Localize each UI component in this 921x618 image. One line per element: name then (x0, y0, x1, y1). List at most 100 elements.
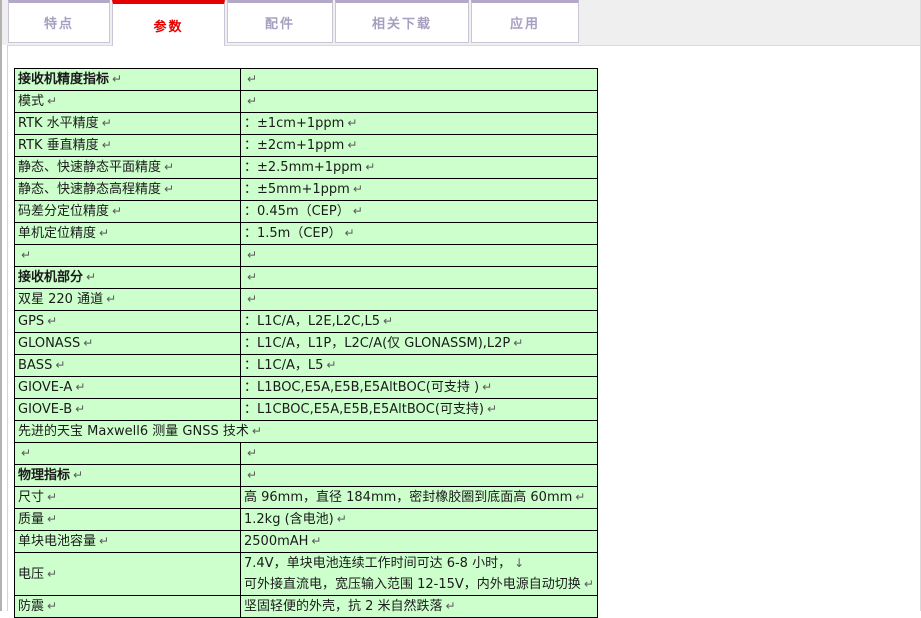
paragraph-return-mark-icon: ↵ (482, 380, 492, 394)
paragraph-return-mark-icon: ↵ (47, 314, 57, 328)
spec-label-cell: RTK 水平精度↵ (15, 113, 241, 135)
paragraph-return-mark-icon: ↵ (252, 424, 262, 438)
spec-label: GIOVE-B (18, 402, 72, 417)
paragraph-return-mark-icon: ↵ (164, 160, 174, 174)
paragraph-return-mark-icon: ↵ (326, 358, 336, 372)
paragraph-return-mark-icon: ↵ (247, 72, 257, 86)
spec-value-cell: ↵ (241, 465, 598, 487)
window-left-edge (0, 0, 2, 611)
tab-accessories[interactable]: 配件 (227, 0, 333, 43)
table-row: 静态、快速静态高程精度↵：±5mm+1ppm↵ (15, 179, 598, 201)
spec-label: 模式 (18, 94, 44, 109)
spec-value: 2500mAH (244, 534, 308, 549)
spec-label-cell: GPS↵ (15, 311, 241, 333)
paragraph-return-mark-icon: ↵ (247, 94, 257, 108)
spec-label: 静态、快速静态平面精度 (18, 160, 161, 175)
paragraph-return-mark-icon: ↵ (353, 182, 363, 196)
spec-label: 接收机精度指标 (18, 72, 109, 87)
table-row: 接收机部分↵↵ (15, 267, 598, 289)
table-row: 物理指标↵↵ (15, 465, 598, 487)
paragraph-return-mark-icon: ↵ (86, 270, 96, 284)
spec-label-cell: 静态、快速静态平面精度↵ (15, 157, 241, 179)
table-row: 防震↵坚固轻便的外壳，抗 2 米自然跌落↵ (15, 596, 598, 618)
paragraph-return-mark-icon: ↵ (47, 567, 57, 581)
paragraph-return-mark-icon: ↵ (106, 292, 116, 306)
spec-label: 码差分定位精度 (18, 204, 109, 219)
spec-value: 坚固轻便的外壳，抗 2 米自然跌落 (244, 599, 443, 614)
tab-downloads[interactable]: 相关下载 (335, 0, 469, 43)
spec-label-cell: 接收机部分↵ (15, 267, 241, 289)
spec-table: 接收机精度指标↵↵模式↵↵RTK 水平精度↵：±1cm+1ppm↵RTK 垂直精… (14, 68, 598, 618)
spec-label-cell: 静态、快速静态高程精度↵ (15, 179, 241, 201)
spec-value: ：1.5m（CEP） (244, 226, 341, 241)
spec-label-cell: GIOVE-A↵ (15, 377, 241, 399)
table-row: ↵↵ (15, 443, 598, 465)
paragraph-return-mark-icon: ↵ (487, 402, 497, 416)
spec-value-cell: 坚固轻便的外壳，抗 2 米自然跌落↵ (241, 596, 598, 618)
tab-parameters[interactable]: 参数 (112, 0, 225, 46)
table-row: GIOVE-A↵：L1BOC,E5A,E5B,E5AltBOC(可支持 )↵ (15, 377, 598, 399)
spec-value: ：±5mm+1ppm (244, 182, 350, 197)
spec-label: 单机定位精度 (18, 226, 96, 241)
table-row: 模式↵↵ (15, 91, 598, 113)
spec-label: 接收机部分 (18, 270, 83, 285)
paragraph-return-mark-icon: ↵ (344, 226, 354, 240)
spec-label-cell: ↵ (15, 443, 241, 465)
spec-value-cell: ↵ (241, 289, 598, 311)
content-panel: 接收机精度指标↵↵模式↵↵RTK 水平精度↵：±1cm+1ppm↵RTK 垂直精… (7, 45, 921, 611)
table-row: RTK 垂直精度↵：±2cm+1ppm↵ (15, 135, 598, 157)
spec-label-cell: GLONASS↵ (15, 333, 241, 355)
spec-label-cell: 单机定位精度↵ (15, 223, 241, 245)
paragraph-return-mark-icon: ↵ (513, 336, 523, 350)
spec-label: 双星 220 通道 (18, 292, 103, 307)
spec-label: GLONASS (18, 336, 80, 351)
spec-value-cell: ：±2.5mm+1ppm↵ (241, 157, 598, 179)
table-row: RTK 水平精度↵：±1cm+1ppm↵ (15, 113, 598, 135)
paragraph-return-mark-icon: ↵ (75, 380, 85, 394)
spec-value-line: 7.4V，单块电池连续工作时间可达 6-8 小时，↓ (244, 553, 594, 574)
table-row: 接收机精度指标↵↵ (15, 69, 598, 91)
spec-value-cell: ：L1C/A，L5↵ (241, 355, 598, 377)
table-row: BASS↵：L1C/A，L5↵ (15, 355, 598, 377)
spec-value-cell: ：L1C/A，L2E,L2C,L5↵ (241, 311, 598, 333)
table-row: 电压↵7.4V，单块电池连续工作时间可达 6-8 小时，↓可外接直流电，宽压输入… (15, 553, 598, 596)
paragraph-return-mark-icon: ↵ (55, 358, 65, 372)
spec-span-cell: 先进的天宝 Maxwell6 测量 GNSS 技术↵ (15, 421, 598, 443)
table-row: 静态、快速静态平面精度↵：±2.5mm+1ppm↵ (15, 157, 598, 179)
table-row: GIOVE-B↵：L1CBOC,E5A,E5B,E5AltBOC(可支持)↵ (15, 399, 598, 421)
spec-label: 尺寸 (18, 490, 44, 505)
spec-value-cell: ↵ (241, 69, 598, 91)
tab-applications[interactable]: 应用 (471, 0, 579, 43)
paragraph-return-mark-icon: ↵ (102, 138, 112, 152)
table-row: GLONASS↵：L1C/A，L1P，L2C/A(仅 GLONASSM),L2P… (15, 333, 598, 355)
spec-label: RTK 水平精度 (18, 116, 99, 131)
spec-label-cell: ↵ (15, 245, 241, 267)
spec-label-cell: 模式↵ (15, 91, 241, 113)
spec-label: 静态、快速静态高程精度 (18, 182, 161, 197)
spec-label-cell: 尺寸↵ (15, 487, 241, 509)
paragraph-return-mark-icon: ↵ (112, 204, 122, 218)
spec-label-cell: BASS↵ (15, 355, 241, 377)
spec-value-cell: ：L1C/A，L1P，L2C/A(仅 GLONASSM),L2P↵ (241, 333, 598, 355)
tab-features[interactable]: 特点 (8, 0, 110, 43)
spec-label: GIOVE-A (18, 380, 72, 395)
table-row: 先进的天宝 Maxwell6 测量 GNSS 技术↵ (15, 421, 598, 443)
paragraph-return-mark-icon: ↵ (347, 138, 357, 152)
spec-label: RTK 垂直精度 (18, 138, 99, 153)
spec-value-cell: 7.4V，单块电池连续工作时间可达 6-8 小时，↓可外接直流电，宽压输入范围 … (241, 553, 598, 596)
paragraph-return-mark-icon: ↵ (365, 160, 375, 174)
paragraph-return-mark-icon: ↵ (337, 512, 347, 526)
paragraph-return-mark-icon: ↵ (47, 94, 57, 108)
paragraph-return-mark-icon: ↵ (584, 577, 594, 591)
tab-strip: 特点参数配件相关下载应用 (0, 0, 921, 45)
spec-label: 防震 (18, 599, 44, 614)
table-row: GPS↵：L1C/A，L2E,L2C,L5↵ (15, 311, 598, 333)
spec-value: ：±2cm+1ppm (244, 138, 344, 153)
spec-value-cell: ↵ (241, 443, 598, 465)
paragraph-return-mark-icon: ↵ (347, 116, 357, 130)
spec-value: 高 96mm，直径 184mm，密封橡胶圈到底面高 60mm (244, 490, 572, 505)
spec-value: 7.4V，单块电池连续工作时间可达 6-8 小时， (244, 556, 511, 571)
spec-value-line: 可外接直流电，宽压输入范围 12-15V，内外电源自动切换↵ (244, 574, 594, 595)
paragraph-return-mark-icon: ↵ (112, 72, 122, 86)
spec-value-cell: ：L1BOC,E5A,E5B,E5AltBOC(可支持 )↵ (241, 377, 598, 399)
